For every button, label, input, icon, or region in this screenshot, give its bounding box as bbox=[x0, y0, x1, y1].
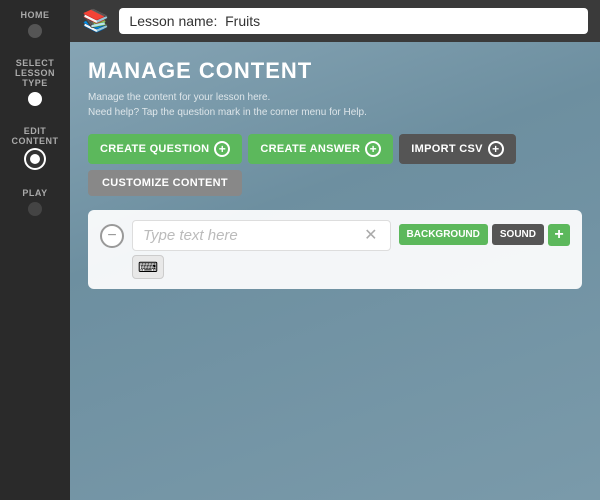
import-csv-icon: + bbox=[488, 141, 504, 157]
customize-content-label: CUSTOMIZE CONTENT bbox=[102, 177, 228, 189]
sidebar-dot-home bbox=[28, 24, 42, 38]
clear-text-button[interactable]: ✕ bbox=[362, 228, 379, 244]
keyboard-button-row: ⌨ bbox=[132, 255, 391, 279]
sidebar: HOME SELECT LESSON TYPE EDIT CONTENT PLA… bbox=[0, 0, 70, 500]
topbar: 📚 bbox=[70, 0, 600, 42]
sidebar-label-home: HOME bbox=[21, 10, 50, 20]
keyboard-button[interactable]: ⌨ bbox=[132, 255, 164, 279]
create-answer-label: CREATE ANSWER bbox=[260, 143, 360, 155]
create-question-button[interactable]: CREATE QUESTION + bbox=[88, 134, 242, 164]
sidebar-dot-edit bbox=[26, 150, 44, 168]
content-area: MANAGE CONTENT Manage the content for yo… bbox=[70, 42, 600, 305]
customize-content-button[interactable]: CUSTOMIZE CONTENT bbox=[88, 170, 242, 196]
import-csv-button[interactable]: IMPORT CSV + bbox=[399, 134, 515, 164]
create-answer-button[interactable]: CREATE ANSWER + bbox=[248, 134, 393, 164]
sidebar-item-select-lesson[interactable]: SELECT LESSON TYPE bbox=[0, 58, 70, 106]
main-content: 📚 MANAGE CONTENT Manage the content for … bbox=[70, 0, 600, 500]
card-action-buttons: BACKGROUND SOUND + bbox=[399, 224, 570, 246]
background-button[interactable]: BACKGROUND bbox=[399, 224, 488, 245]
import-csv-label: IMPORT CSV bbox=[411, 143, 482, 155]
text-placeholder: Type text here bbox=[143, 227, 356, 244]
sidebar-label-select: SELECT LESSON TYPE bbox=[15, 58, 55, 88]
page-title: MANAGE CONTENT bbox=[88, 58, 582, 84]
remove-item-button[interactable]: − bbox=[100, 224, 124, 248]
sound-button[interactable]: SOUND bbox=[492, 224, 544, 245]
sidebar-dot-play bbox=[28, 202, 42, 216]
lesson-icon: 📚 bbox=[82, 10, 109, 32]
sidebar-item-play[interactable]: PLAY bbox=[0, 188, 70, 216]
create-answer-icon: + bbox=[365, 141, 381, 157]
sidebar-dot-select bbox=[28, 92, 42, 106]
action-toolbar: CREATE QUESTION + CREATE ANSWER + IMPORT… bbox=[88, 134, 582, 196]
create-question-icon: + bbox=[214, 141, 230, 157]
sidebar-item-home[interactable]: HOME bbox=[0, 10, 70, 38]
lesson-name-input[interactable] bbox=[119, 8, 588, 34]
sidebar-label-play: PLAY bbox=[22, 188, 47, 198]
sidebar-label-edit: EDIT CONTENT bbox=[12, 126, 59, 146]
create-question-label: CREATE QUESTION bbox=[100, 143, 209, 155]
text-input-row: Type text here ✕ bbox=[132, 220, 391, 251]
page-subtitle: Manage the content for your lesson here.… bbox=[88, 90, 582, 120]
sidebar-item-edit-content[interactable]: EDIT CONTENT bbox=[0, 126, 70, 168]
add-content-button[interactable]: + bbox=[548, 224, 570, 246]
content-card: − Type text here ✕ ⌨ BACKGROUND SOUND + bbox=[88, 210, 582, 289]
text-input-area: Type text here ✕ ⌨ bbox=[132, 220, 391, 279]
